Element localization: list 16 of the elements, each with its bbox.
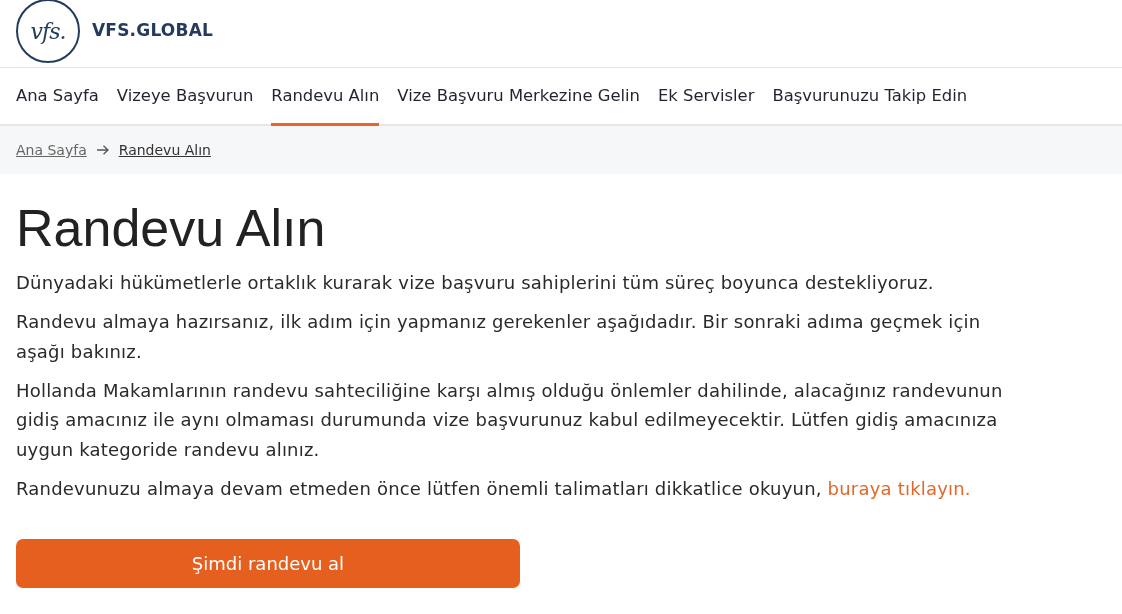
instructions-link[interactable]: buraya tıklayın. [827, 477, 971, 499]
body-paragraph: Randevu almaya hazırsanız, ilk adım için yapmanız gerekenler aşağıdadır. Bir sonraki adıma geçmek için aşağı bakınız. [16, 310, 982, 364]
breadcrumb-link[interactable]: Randevu Alın [118, 142, 211, 158]
breadcrumb-link[interactable]: Ana Sayfa [16, 142, 87, 158]
body-paragraph: Hollanda Makamlarının randevu sahteciliğine karşı almış olduğu önlemler dahilinde, alacağınız randevunun gidiş amacınız ile aynı olmaması durumunda vize başvurunuz kabul edilmeyecektir. Lütfen gidiş amacınıza uygun kategoride randevu alınız. [16, 378, 1004, 462]
body-paragraph: Randevunuzu almaya devam etmeden önce lütfen önemli talimatları dikkatlice okuyun, buraya tıklayın. [16, 476, 972, 501]
arrow-right-icon [96, 145, 109, 155]
body-paragraph: Dünyadaki hükümetlerle ortaklık kurarak vize başvuru sahiplerini tüm süreç boyunca destekliyoruz. [16, 271, 935, 295]
nav-tab[interactable]: Vizeye Başvurun [116, 68, 254, 126]
nav-tab[interactable]: Başvurunuzu Takip Edin [772, 68, 968, 126]
brand-name: VFS.GLOBAL [92, 20, 214, 40]
page-title: Randevu Alın [16, 198, 326, 259]
nav-tab[interactable]: Ek Servisler [657, 68, 755, 126]
nav-tab[interactable]: Vize Başvuru Merkezine Gelin [397, 68, 640, 126]
logo-mark: vfs. [16, 0, 80, 63]
nav-tab[interactable]: Ana Sayfa [16, 68, 99, 126]
